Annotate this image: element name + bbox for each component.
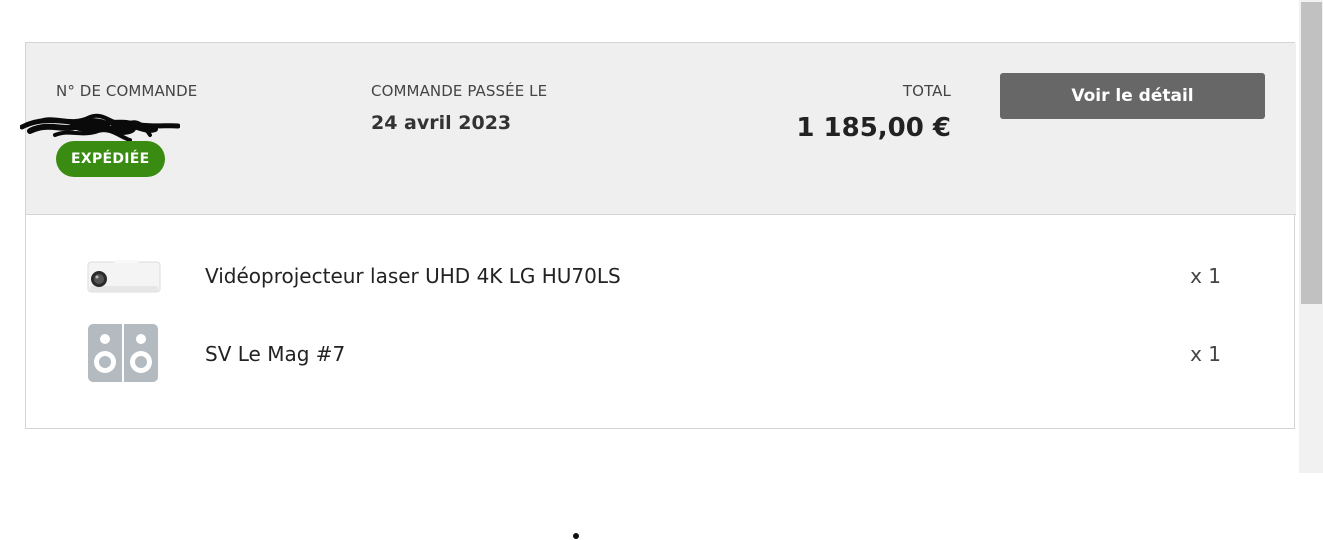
- total-label: TOTAL: [902, 82, 951, 100]
- speakers-icon: [88, 324, 158, 382]
- order-card: N° DE COMMANDE EXPÉDIÉE COMMANDE PASSÉE …: [20, 42, 1296, 429]
- item-quantity: x 1: [1190, 342, 1221, 366]
- cursor-dot: [573, 533, 579, 539]
- order-items-list: Vidéoprojecteur laser UHD 4K LG HU70LS x…: [26, 214, 1296, 429]
- status-badge: EXPÉDIÉE: [56, 141, 165, 177]
- order-date-label: COMMANDE PASSÉE LE: [371, 82, 548, 100]
- item-name: SV Le Mag #7: [205, 342, 346, 366]
- total-value: 1 185,00 €: [796, 113, 951, 143]
- item-name: Vidéoprojecteur laser UHD 4K LG HU70LS: [205, 264, 621, 288]
- projector-icon: [87, 260, 161, 293]
- order-header: N° DE COMMANDE EXPÉDIÉE COMMANDE PASSÉE …: [20, 43, 1296, 215]
- list-item: SV Le Mag #7 x 1: [26, 320, 1296, 390]
- scrollbar-thumb[interactable]: [1301, 2, 1322, 304]
- order-date: 24 avril 2023: [371, 112, 512, 134]
- order-number-label: N° DE COMMANDE: [56, 82, 198, 100]
- item-quantity: x 1: [1190, 264, 1221, 288]
- list-item: Vidéoprojecteur laser UHD 4K LG HU70LS x…: [26, 242, 1296, 312]
- view-detail-button[interactable]: Voir le détail: [1000, 73, 1265, 119]
